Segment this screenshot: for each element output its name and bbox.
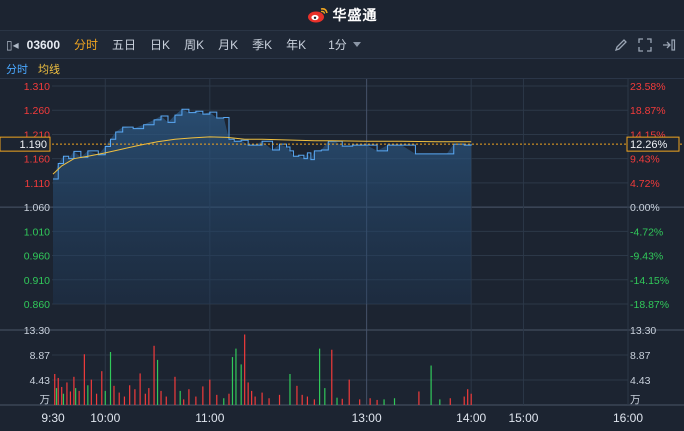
time-label: 9:30 <box>41 411 65 425</box>
legend-average[interactable]: 均线 <box>38 61 60 77</box>
price-tick-label: 1.260 <box>24 105 50 117</box>
price-tick-label: 1.160 <box>24 154 50 166</box>
time-label: 13:00 <box>352 411 382 425</box>
price-area-fill <box>53 109 472 305</box>
collapse-left-icon[interactable]: ▯◂ <box>6 38 19 52</box>
volume-tick-right: 8.87 <box>630 350 651 362</box>
price-tick-label: 0.960 <box>24 251 50 263</box>
price-tick-label: 1.310 <box>24 81 50 93</box>
volume-unit-left: 万 <box>40 394 51 406</box>
pct-tick-label: -18.87% <box>630 299 669 311</box>
tab-five-day[interactable]: 五日 <box>112 36 136 53</box>
average-line <box>52 136 472 175</box>
legend-intraday[interactable]: 分时 <box>6 61 28 77</box>
volume-tick-left: 13.30 <box>24 325 50 337</box>
time-label: 16:00 <box>613 411 643 425</box>
time-label: 10:00 <box>90 411 120 425</box>
current-pct-box <box>626 136 680 152</box>
volume-tick-right: 13.30 <box>630 325 656 337</box>
fullscreen-icon[interactable] <box>638 38 652 52</box>
time-label: 11:00 <box>195 411 224 425</box>
tab-monthly-k[interactable]: 月K <box>218 36 238 53</box>
price-area <box>53 109 472 305</box>
pct-tick-label: 0.00% <box>630 202 660 214</box>
price-tick-label: 0.910 <box>24 275 50 287</box>
volume-tick-left: 8.87 <box>30 350 51 362</box>
tab-weekly-k[interactable]: 周K <box>184 36 204 53</box>
pct-tick-label: -14.15% <box>630 275 669 287</box>
app-header: 华盛通 <box>0 0 684 31</box>
time-label: 15:00 <box>508 411 538 425</box>
current-price-label: 1.190 <box>19 139 47 151</box>
chart-toolbar: ▯◂ 03600 分时 五日 日K 周K 月K 季K 年K 1分 <box>0 31 684 59</box>
price-line <box>53 108 472 180</box>
chart-grid <box>0 79 684 406</box>
pct-tick-label: -9.43% <box>630 251 663 263</box>
time-label: 14:00 <box>456 411 486 425</box>
pct-tick-label: 14.15% <box>630 129 666 141</box>
current-price-box <box>0 136 51 152</box>
toolbar-tools <box>614 31 676 59</box>
price-tick-label: 1.110 <box>25 178 51 190</box>
volume-tick-right: 4.43 <box>630 375 651 387</box>
tab-intraday[interactable]: 分时 <box>74 36 98 53</box>
pct-tick-label: 23.58% <box>630 81 666 93</box>
pct-tick-label: 4.72% <box>630 178 660 190</box>
pencil-icon[interactable] <box>614 38 628 52</box>
price-tick-label: 1.210 <box>24 129 50 141</box>
pct-tick-label: -4.72% <box>630 226 663 238</box>
chevron-down-icon <box>352 42 361 47</box>
brand-name: 华盛通 <box>332 7 378 23</box>
axis-labels: 1.310 23.58% 1.260 18.87% 1.210 14.15% 1.160 9.… <box>0 81 680 425</box>
interval-value: 1分 <box>328 38 347 52</box>
volume-tick-left: 4.43 <box>30 375 51 387</box>
current-pct-label: 12.26% <box>630 139 668 151</box>
tab-quarterly-k[interactable]: 季K <box>252 36 272 53</box>
price-lines <box>0 108 684 180</box>
volume-bars <box>54 334 472 405</box>
pct-tick-label: 18.87% <box>630 105 666 117</box>
stock-code: 03600 <box>26 37 61 52</box>
app-window: 华盛通 ▯◂ 03600 分时 五日 日K 周K 月K 季K 年K 1分 分时 <box>0 0 684 431</box>
pct-tick-label: 9.43% <box>630 154 660 166</box>
expand-right-icon[interactable] <box>662 38 676 52</box>
chart-legend: 分时 均线 <box>0 59 684 79</box>
brand-logo: 华盛通 <box>307 5 378 25</box>
tab-yearly-k[interactable]: 年K <box>286 36 306 53</box>
volume-unit-right: 万 <box>630 394 641 406</box>
weibo-logo-icon <box>307 8 328 23</box>
price-tick-label: 0.860 <box>24 299 50 311</box>
interval-select[interactable]: 1分 <box>328 36 361 53</box>
tab-daily-k[interactable]: 日K <box>150 36 170 53</box>
price-tick-label: 1.010 <box>24 226 50 238</box>
price-tick-label: 1.060 <box>24 202 50 214</box>
